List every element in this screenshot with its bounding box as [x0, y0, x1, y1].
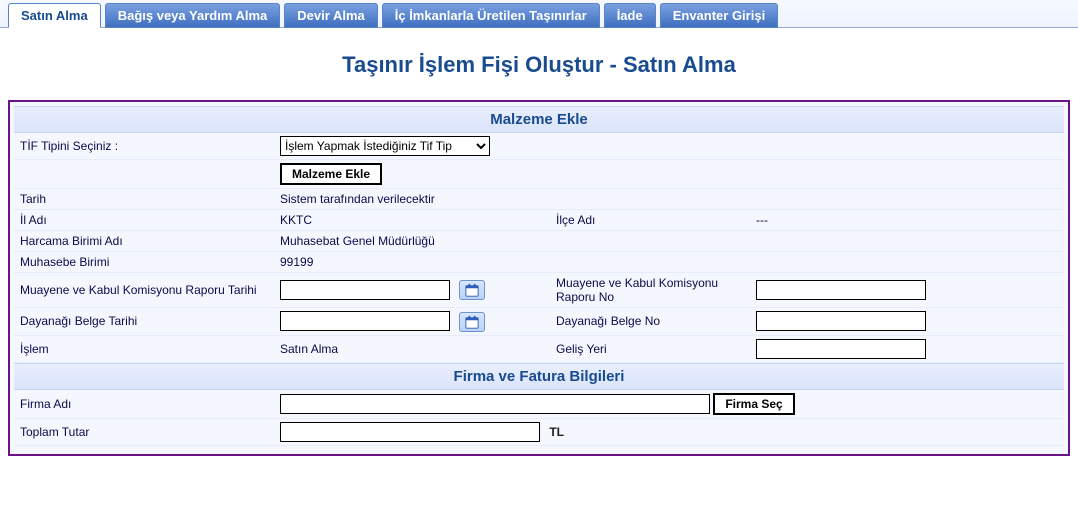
- label-toplam-tutar: Toplam Tutar: [14, 418, 274, 445]
- label-dayanak-no: Dayanağı Belge No: [550, 308, 750, 336]
- section-malzeme-header: Malzeme Ekle: [14, 106, 1064, 133]
- input-dayanak-no[interactable]: [756, 311, 926, 331]
- tab-envanter[interactable]: Envanter Girişi: [660, 3, 778, 28]
- firma-sec-button[interactable]: Firma Seç: [713, 393, 794, 415]
- input-toplam-tutar[interactable]: [280, 422, 540, 442]
- label-firma-adi: Firma Adı: [14, 390, 274, 419]
- input-firma-adi[interactable]: [280, 394, 710, 414]
- page-title: Taşınır İşlem Fişi Oluştur - Satın Alma: [8, 52, 1070, 78]
- input-muayene-tarih[interactable]: [280, 280, 450, 300]
- input-dayanak-tarih[interactable]: [280, 311, 450, 331]
- label-muayene-no: Muayene ve Kabul Komisyonu Raporu No: [550, 273, 750, 308]
- section-firma-header: Firma ve Fatura Bilgileri: [14, 363, 1064, 390]
- calendar-icon[interactable]: [459, 312, 485, 332]
- tab-ic-imkanlar[interactable]: İç İmkanlarla Üretilen Taşınırlar: [382, 3, 600, 28]
- label-harcama-birimi: Harcama Birimi Adı: [14, 231, 274, 252]
- value-ilce-adi: ---: [750, 210, 1064, 231]
- malzeme-ekle-button[interactable]: Malzeme Ekle: [280, 163, 382, 185]
- value-harcama-birimi: Muhasebat Genel Müdürlüğü: [274, 231, 1064, 252]
- currency-label: TL: [549, 425, 564, 439]
- tab-devir-alma[interactable]: Devir Alma: [284, 3, 377, 28]
- label-tif-tipi: TİF Tipini Seçiniz :: [14, 133, 274, 160]
- value-il-adi: KKTC: [274, 210, 550, 231]
- input-muayene-no[interactable]: [756, 280, 926, 300]
- select-tif-tipi[interactable]: İşlem Yapmak İstediğiniz Tif Tip: [280, 136, 490, 156]
- value-islem: Satın Alma: [274, 335, 550, 362]
- tabs-bar: Satın Alma Bağış veya Yardım Alma Devir …: [0, 0, 1078, 28]
- value-muhasebe-birimi: 99199: [274, 252, 1064, 273]
- tab-iade[interactable]: İade: [604, 3, 656, 28]
- label-muhasebe-birimi: Muhasebe Birimi: [14, 252, 274, 273]
- tab-bagis-yardim[interactable]: Bağış veya Yardım Alma: [105, 3, 281, 28]
- label-ilce-adi: İlçe Adı: [550, 210, 750, 231]
- label-islem: İşlem: [14, 335, 274, 362]
- value-tarih-note: Sistem tarafından verilecektir: [274, 189, 1064, 210]
- label-dayanak-tarih: Dayanağı Belge Tarihi: [14, 308, 274, 336]
- tab-satin-alma[interactable]: Satın Alma: [8, 3, 101, 28]
- input-gelis-yeri[interactable]: [756, 339, 926, 359]
- label-il-adi: İl Adı: [14, 210, 274, 231]
- label-gelis-yeri: Geliş Yeri: [550, 335, 750, 362]
- calendar-icon[interactable]: [459, 280, 485, 300]
- form-panel: Malzeme Ekle TİF Tipini Seçiniz : İşlem …: [8, 100, 1070, 456]
- label-tarih: Tarih: [14, 189, 274, 210]
- label-muayene-tarih: Muayene ve Kabul Komisyonu Raporu Tarihi: [14, 273, 274, 308]
